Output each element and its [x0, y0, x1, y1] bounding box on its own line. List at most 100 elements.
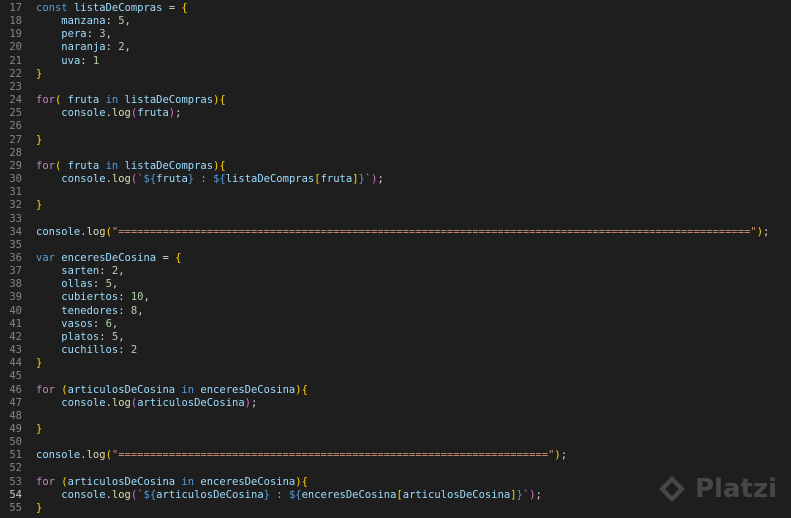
- code-line[interactable]: 28: [0, 147, 791, 160]
- code-token: console: [36, 449, 81, 462]
- code-token: for: [36, 159, 55, 172]
- code-line[interactable]: 51 console.log("=========================…: [0, 449, 791, 462]
- code-line[interactable]: 48: [0, 410, 791, 423]
- line-number: 30: [9, 173, 22, 186]
- code-token: cuchillos: [61, 344, 119, 357]
- code-token: enceresDeCosina: [61, 251, 157, 264]
- line-number: 32: [9, 199, 22, 212]
- code-line[interactable]: 23: [0, 81, 791, 94]
- code-line[interactable]: 46 for (articulosDeCosina in enceresDeCos…: [0, 384, 791, 397]
- code-token: articulosDeCosina: [67, 475, 176, 488]
- code-line[interactable]: 26: [0, 120, 791, 133]
- code-text: for (articulosDeCosina in enceresDeCosin…: [36, 384, 791, 397]
- code-token: log: [86, 225, 106, 238]
- code-line[interactable]: 33: [0, 213, 791, 226]
- code-line[interactable]: 29 for( fruta in listaDeCompras){: [0, 160, 791, 173]
- code-line[interactable]: 43 cuchillos: 2: [0, 344, 791, 357]
- line-number: 24: [9, 94, 22, 107]
- code-token: :: [86, 28, 100, 41]
- platzi-logo-icon: [659, 476, 685, 502]
- line-number: 52: [9, 462, 22, 475]
- code-token: :: [92, 317, 106, 330]
- code-line[interactable]: 27}: [0, 134, 791, 147]
- code-token: fruta: [137, 107, 169, 120]
- code-token: 10: [130, 291, 144, 304]
- code-token: :: [99, 265, 112, 278]
- code-token: sarten: [61, 265, 100, 278]
- code-token: ,: [105, 28, 112, 41]
- code-token: log: [111, 107, 131, 120]
- code-token: ,: [118, 330, 125, 343]
- code-token: }: [36, 67, 43, 80]
- code-line[interactable]: 49}: [0, 423, 791, 436]
- code-token: console: [61, 107, 106, 120]
- code-line[interactable]: 39 cubiertos: 10,: [0, 291, 791, 304]
- code-token: fruta: [320, 173, 353, 186]
- code-text: }: [36, 423, 791, 436]
- code-text: for( fruta in listaDeCompras){: [36, 94, 791, 107]
- code-token: for: [36, 475, 55, 488]
- code-line[interactable]: 22}: [0, 68, 791, 81]
- code-line[interactable]: 35: [0, 239, 791, 252]
- line-number: 48: [9, 409, 22, 422]
- code-line[interactable]: 32}: [0, 199, 791, 212]
- line-number: 45: [9, 370, 22, 383]
- line-number: 25: [9, 107, 22, 120]
- code-line[interactable]: 38 ollas: 5,: [0, 278, 791, 291]
- code-token: :: [269, 488, 289, 501]
- code-line[interactable]: 41 vasos: 6,: [0, 318, 791, 331]
- code-token: {: [301, 475, 308, 488]
- code-token: manzana: [61, 15, 106, 28]
- code-line[interactable]: 30 console.log(`${fruta} : ${listaDeComp…: [0, 173, 791, 186]
- code-token: ,: [124, 41, 131, 54]
- code-line[interactable]: 50: [0, 436, 791, 449]
- line-number: 26: [9, 120, 22, 133]
- code-line[interactable]: 42 platos: 5,: [0, 331, 791, 344]
- code-line[interactable]: 24 for( fruta in listaDeCompras){: [0, 94, 791, 107]
- code-token: ,: [111, 278, 119, 291]
- code-token: const: [36, 2, 74, 14]
- code-line[interactable]: 31: [0, 186, 791, 199]
- code-line[interactable]: 45: [0, 370, 791, 383]
- line-number: 46: [9, 383, 22, 396]
- line-number: 54: [9, 488, 22, 501]
- line-number: 50: [9, 436, 22, 449]
- code-token: :: [105, 15, 119, 28]
- code-line[interactable]: 40 tenedores: 8,: [0, 305, 791, 318]
- code-token: ollas: [61, 278, 93, 291]
- code-line[interactable]: 18 manzana: 5,: [0, 15, 791, 28]
- code-token: :: [105, 41, 119, 54]
- code-token: listaDeCompras: [124, 94, 214, 107]
- code-text: console.log("===========================…: [36, 449, 791, 462]
- code-token: :: [99, 330, 112, 343]
- code-line[interactable]: 17 const listaDeCompras = {: [0, 2, 791, 15]
- code-line[interactable]: 47 console.log(articulosDeCosina);: [0, 397, 791, 410]
- code-token: tenedores: [61, 304, 119, 317]
- code-line[interactable]: 19 pera: 3,: [0, 28, 791, 41]
- code-line[interactable]: 25 console.log(fruta);: [0, 107, 791, 120]
- code-text: sarten: 2,: [36, 265, 791, 278]
- line-number: 36: [9, 251, 22, 264]
- code-token: for: [36, 383, 55, 396]
- code-token: =: [162, 2, 182, 14]
- code-token: }: [36, 133, 43, 146]
- code-token: in: [181, 475, 195, 488]
- code-line[interactable]: 34 console.log("=========================…: [0, 226, 791, 239]
- code-line[interactable]: 20 naranja: 2,: [0, 41, 791, 54]
- line-number: 21: [9, 54, 22, 67]
- code-line[interactable]: 21 uva: 1: [0, 55, 791, 68]
- code-token: for: [36, 94, 55, 107]
- code-token: log: [111, 488, 131, 501]
- code-line[interactable]: 36 var enceresDeCosina = {: [0, 252, 791, 265]
- code-line[interactable]: 37 sarten: 2,: [0, 265, 791, 278]
- line-number: 22: [9, 67, 22, 80]
- code-editor[interactable]: 17 const listaDeCompras = {18 manzana: 5,…: [0, 2, 791, 515]
- code-token: console: [61, 396, 106, 409]
- code-token: {: [219, 159, 226, 172]
- code-line[interactable]: 44}: [0, 357, 791, 370]
- code-token: ;: [560, 449, 568, 462]
- code-text: }: [36, 357, 791, 370]
